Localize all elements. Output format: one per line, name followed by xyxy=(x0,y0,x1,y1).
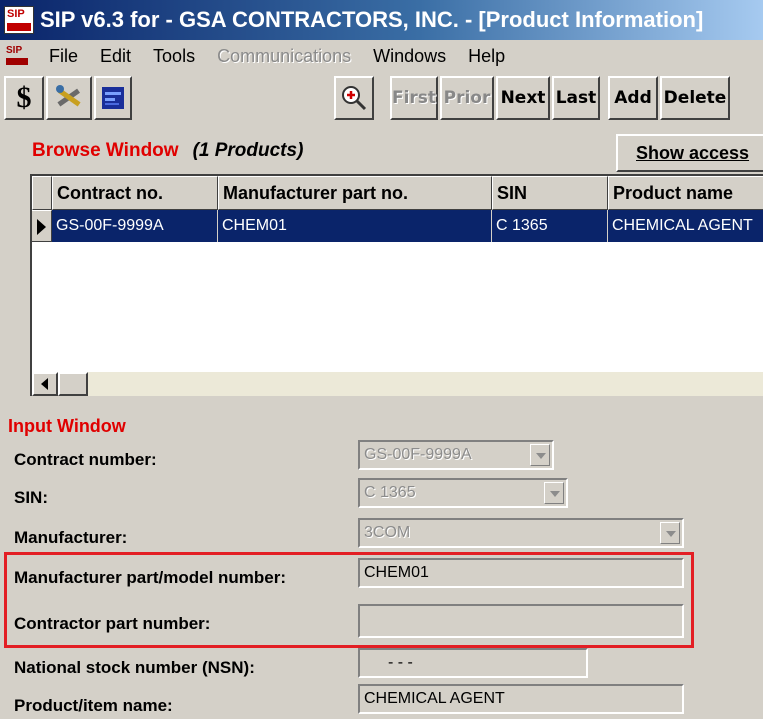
manufacturer-dropdown-button xyxy=(660,522,680,544)
zoom-icon xyxy=(342,86,367,111)
cell-mfr-part[interactable]: CHEM01 xyxy=(218,210,492,242)
col-header-sin[interactable]: SIN xyxy=(492,176,608,210)
menu-edit[interactable]: Edit xyxy=(89,46,142,67)
menu-help[interactable]: Help xyxy=(457,46,516,67)
manufacturer-value: 3COM xyxy=(364,524,411,541)
add-button[interactable]: Add xyxy=(608,76,658,120)
input-window-title: Input Window xyxy=(8,416,126,436)
grid-header: Contract no. Manufacturer part no. SIN P… xyxy=(32,176,763,210)
title-bar[interactable]: SIP SIP v6.3 for - GSA CONTRACTORS, INC.… xyxy=(0,0,763,40)
sip-menu-icon[interactable]: SIP xyxy=(6,45,30,67)
menu-bar: SIP File Edit Tools Communications Windo… xyxy=(0,40,763,72)
contract-number-value: GS-00F-9999A xyxy=(364,446,472,463)
browse-window-title: Browse Window xyxy=(32,140,179,161)
sin-dropdown-button xyxy=(544,482,564,504)
dollar-button[interactable]: $ xyxy=(4,76,44,120)
scroll-left-button[interactable] xyxy=(32,372,58,396)
last-button[interactable]: Last xyxy=(552,76,600,120)
chevron-down-icon xyxy=(550,491,560,497)
browse-grid[interactable]: Contract no. Manufacturer part no. SIN P… xyxy=(30,174,763,396)
sin-value: C 1365 xyxy=(364,484,416,501)
manufacturer-label: Manufacturer: xyxy=(14,528,128,547)
next-button[interactable]: Next xyxy=(496,76,550,120)
product-count: (1 Products) xyxy=(192,140,304,161)
grid-corner xyxy=(32,176,52,210)
cell-product-name[interactable]: CHEMICAL AGENT xyxy=(608,210,763,242)
table-row[interactable]: GS-00F-9999A CHEM01 C 1365 CHEMICAL AGEN… xyxy=(32,210,763,242)
chevron-down-icon xyxy=(666,531,676,537)
cell-contract[interactable]: GS-00F-9999A xyxy=(52,210,218,242)
tools-button[interactable] xyxy=(46,76,92,120)
sin-label: SIN: xyxy=(14,488,48,507)
sip-logo-icon[interactable]: SIP xyxy=(4,6,34,34)
scroll-thumb[interactable] xyxy=(58,372,88,396)
col-header-contract[interactable]: Contract no. xyxy=(52,176,218,210)
col-header-product-name[interactable]: Product name xyxy=(608,176,763,210)
report-icon xyxy=(102,87,124,109)
contract-number-label: Contract number: xyxy=(14,450,157,469)
product-name-label: Product/item name: xyxy=(14,696,173,715)
arrow-left-icon xyxy=(41,378,48,390)
current-row-arrow-icon xyxy=(37,219,46,235)
menu-windows[interactable]: Windows xyxy=(362,46,457,67)
horizontal-scrollbar[interactable] xyxy=(32,372,763,396)
tools-icon xyxy=(56,85,81,107)
dollar-icon: $ xyxy=(16,81,32,114)
contract-number-select: GS-00F-9999A xyxy=(358,440,554,470)
delete-button[interactable]: Delete xyxy=(660,76,730,120)
chevron-down-icon xyxy=(536,453,546,459)
window-title: SIP v6.3 for - GSA CONTRACTORS, INC. - [… xyxy=(40,7,704,32)
first-button: First xyxy=(390,76,438,120)
show-access-label: Show access xyxy=(636,142,750,163)
contract-number-dropdown-button xyxy=(530,444,550,466)
browse-window-header: Browse Window (1 Products) xyxy=(32,140,303,162)
menu-file[interactable]: File xyxy=(38,46,89,67)
nsn-value: - - - xyxy=(388,654,413,671)
nsn-input[interactable]: - - - xyxy=(358,648,588,678)
product-name-value: CHEMICAL AGENT xyxy=(364,690,505,707)
cell-sin[interactable]: C 1365 xyxy=(492,210,608,242)
app-window: SIP SIP v6.3 for - GSA CONTRACTORS, INC.… xyxy=(0,0,763,719)
prior-button: Prior xyxy=(440,76,494,120)
manufacturer-select: 3COM xyxy=(358,518,684,548)
row-selector[interactable] xyxy=(32,210,52,242)
col-header-mfr-part[interactable]: Manufacturer part no. xyxy=(218,176,492,210)
zoom-button[interactable] xyxy=(334,76,374,120)
product-name-input[interactable]: CHEMICAL AGENT xyxy=(358,684,684,714)
nsn-label: National stock number (NSN): xyxy=(14,658,255,677)
report-button[interactable] xyxy=(94,76,132,120)
menu-tools[interactable]: Tools xyxy=(142,46,206,67)
toolbar: $ First Prior Next Last Add Delete xyxy=(0,74,763,124)
menu-communications: Communications xyxy=(217,45,352,66)
show-access-button[interactable]: Show access xyxy=(616,134,763,172)
sin-select: C 1365 xyxy=(358,478,568,508)
highlight-annotation-box xyxy=(4,552,694,648)
